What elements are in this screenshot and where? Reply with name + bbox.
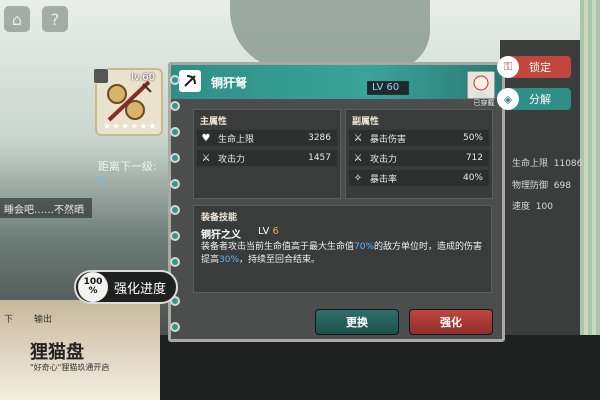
stat-label: 生命上限	[218, 134, 255, 145]
lock-button[interactable]: ⚿ 锁定	[497, 56, 571, 78]
heart-icon: ♥	[201, 132, 211, 144]
enhance-percent-badge: 100 %	[78, 272, 108, 302]
skill-section-title: 装备技能	[201, 213, 238, 223]
panel-header: 铜犴弩 LV 60	[171, 65, 502, 99]
stat-value: 3286	[308, 133, 331, 143]
right-stat-row: 速度 100	[512, 199, 553, 212]
binder-ring	[170, 205, 180, 215]
next-level-value: 0	[98, 175, 105, 188]
right-stat-value: 698	[553, 181, 571, 191]
right-stat-label: 速度	[512, 202, 531, 212]
enhance-label: 强化进度	[114, 281, 167, 297]
binder-ring	[170, 179, 180, 189]
item-stars: ★★★★★★	[103, 122, 158, 132]
right-stat-label: 物理防御	[512, 181, 549, 191]
right-stat-label: 生命上限	[512, 159, 549, 169]
sub-stat-row: ⚔ 攻击力 712	[349, 150, 489, 166]
tab-below[interactable]: 下	[4, 312, 13, 325]
main-stat-row: ♥ 生命上限 3286	[197, 130, 337, 146]
binder-ring	[170, 153, 180, 163]
equipment-thumbnail[interactable]: lv.60 ★★★★★★	[93, 68, 163, 136]
bottom-title: 狸猫盘	[30, 342, 84, 363]
upgrade-button[interactable]: 强化	[409, 309, 493, 335]
next-level-label: 距离下一级:	[98, 160, 157, 173]
help-button[interactable]: ?	[42, 6, 68, 32]
lock-icon: ⚿	[497, 56, 519, 78]
home-icon[interactable]: ⌂	[4, 6, 30, 32]
equipment-level: LV 60	[367, 81, 409, 95]
desc-text: ，持续至回合结束。	[239, 255, 321, 265]
enhance-progress[interactable]: 100 % 强化进度	[74, 270, 178, 304]
desc-text: 装备者攻击当前生命值高于最大生命值	[201, 242, 355, 252]
item-level: lv.60	[131, 72, 155, 83]
main-stat-row: ⚔ 攻击力 1457	[197, 150, 337, 166]
stat-value: 40%	[462, 173, 483, 183]
main-stats-block: 主属性 ♥ 生命上限 3286 ⚔ 攻击力 1457	[193, 109, 341, 199]
stat-value: 50%	[462, 133, 483, 143]
binder-ring	[170, 127, 180, 137]
sub-stat-row: ✧ 暴击率 40%	[349, 170, 489, 186]
binder-ring	[170, 322, 180, 332]
stat-label: 暴击率	[370, 174, 398, 185]
skill-level: LV 6	[258, 226, 279, 237]
tab-output[interactable]: 输出	[34, 312, 52, 325]
equipped-label: 已穿戴	[473, 99, 495, 107]
skill-level-value: 6	[272, 226, 279, 237]
crossbow-icon	[107, 80, 152, 122]
skill-name: 铜犴之义	[201, 230, 241, 241]
lock-label: 锁定	[529, 61, 551, 74]
stat-value: 1457	[308, 153, 331, 163]
decompose-label: 分解	[529, 93, 551, 106]
right-stat-row: 生命上限 11086	[512, 156, 582, 169]
enhance-percent-unit: %	[88, 286, 98, 296]
stat-label: 暴击伤害	[370, 134, 407, 145]
swap-button[interactable]: 更换	[315, 309, 399, 335]
desc-highlight: 70%	[354, 242, 375, 252]
chat-snippet: 睡会吧……不然晒	[0, 198, 92, 218]
binder-ring	[170, 231, 180, 241]
stat-value: 712	[465, 153, 483, 163]
decompose-icon: ◈	[497, 88, 519, 110]
scenery-rock	[230, 0, 430, 70]
bottom-subtitle: "好奇心"狸猫玖通开启	[30, 363, 110, 372]
skill-description: 装备者攻击当前生命值高于最大生命值70%的敌方单位时，造成的伤害提高30%，持续…	[201, 241, 486, 267]
decompose-button[interactable]: ◈ 分解	[497, 88, 571, 110]
sub-stats-block: 副属性 ⚔ 暴击伤害 50% ⚔ 攻击力 712 ✧ 暴击率 40%	[345, 109, 493, 199]
right-stat-value: 11086	[553, 159, 583, 169]
equipment-detail-panel: 铜犴弩 LV 60 已穿戴 主属性 ♥ 生命上限 3286 ⚔ 攻击力 1457…	[168, 62, 505, 342]
stat-label: 攻击力	[218, 154, 246, 165]
desc-highlight: 30%	[219, 255, 240, 265]
binder-ring	[170, 257, 180, 267]
crossed-swords-icon: ⚔	[201, 152, 211, 164]
sub-stats-title: 副属性	[352, 117, 380, 127]
right-stat-value: 100	[535, 202, 553, 212]
skill-block: 装备技能 铜犴之义 LV 6 装备者攻击当前生命值高于最大生命值70%的敌方单位…	[193, 205, 492, 293]
crossed-swords-icon: ⚔	[353, 132, 363, 144]
binder-ring	[170, 101, 180, 111]
right-stat-row: 物理防御 698	[512, 178, 571, 191]
binder-ring	[170, 75, 180, 85]
crossed-swords-icon: ⚔	[353, 152, 363, 164]
main-stats-title: 主属性	[200, 117, 228, 127]
equipment-name: 铜犴弩	[211, 76, 248, 90]
bow-type-icon	[179, 70, 201, 92]
stat-label: 攻击力	[370, 154, 398, 165]
sub-stat-row: ⚔ 暴击伤害 50%	[349, 130, 489, 146]
skill-level-prefix: LV	[258, 226, 270, 237]
crit-icon: ✧	[353, 172, 363, 184]
owner-avatar[interactable]	[467, 71, 495, 99]
